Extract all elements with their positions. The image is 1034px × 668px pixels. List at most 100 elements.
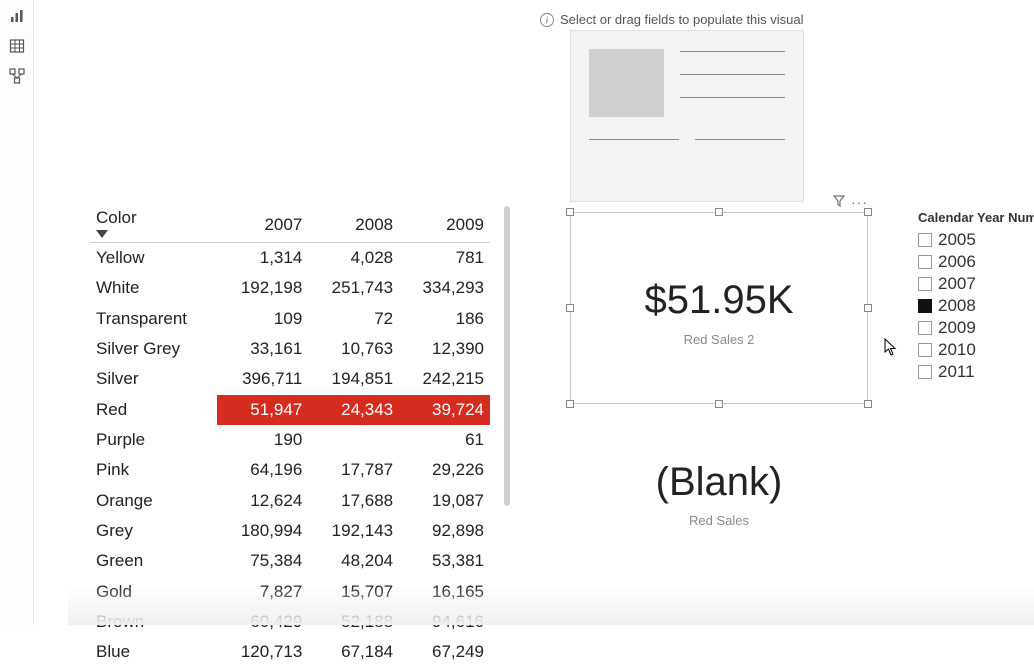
- data-view-icon[interactable]: [7, 36, 27, 56]
- resize-handle[interactable]: [566, 400, 574, 408]
- row-label: Grey: [90, 516, 217, 546]
- matrix-scrollbar-thumb[interactable]: [504, 206, 510, 506]
- checkbox-icon[interactable]: [918, 233, 932, 247]
- cell-value: 190: [217, 425, 308, 455]
- slicer-title: Calendar Year Number: [918, 210, 1034, 225]
- cell-value: 12,390: [399, 334, 490, 364]
- cell-value: 334,293: [399, 273, 490, 303]
- row-label: White: [90, 273, 217, 303]
- cell-value: 53,381: [399, 546, 490, 576]
- resize-handle[interactable]: [566, 208, 574, 216]
- table-row[interactable]: Red51,94724,34339,724: [90, 395, 490, 425]
- table-row[interactable]: Yellow1,3144,028781: [90, 243, 490, 274]
- slicer-item-label: 2007: [938, 274, 976, 294]
- row-label: Gold: [90, 577, 217, 607]
- filter-icon[interactable]: [833, 194, 845, 210]
- row-label: Purple: [90, 425, 217, 455]
- sort-descending-icon[interactable]: [96, 230, 108, 238]
- cell-value: 1,314: [217, 243, 308, 274]
- matrix-col-header[interactable]: 2007: [217, 204, 308, 243]
- checkbox-icon[interactable]: [918, 255, 932, 269]
- table-row[interactable]: Gold7,82715,70716,165: [90, 577, 490, 607]
- slicer-item[interactable]: 2010: [918, 339, 1034, 361]
- placeholder-line: [680, 97, 785, 98]
- slicer-item[interactable]: 2011: [918, 361, 1034, 383]
- cell-value: 52,188: [308, 607, 399, 637]
- table-row[interactable]: Brown60,42952,18894,616: [90, 607, 490, 637]
- table-row[interactable]: Purple190 61: [90, 425, 490, 455]
- card-visual-red-sales[interactable]: (Blank) Red Sales: [570, 460, 868, 528]
- placeholder-visual[interactable]: [570, 30, 804, 202]
- resize-handle[interactable]: [864, 400, 872, 408]
- card-value: $51.95K: [570, 278, 868, 323]
- slicer-item-label: 2008: [938, 296, 976, 316]
- slicer-item-label: 2010: [938, 340, 976, 360]
- cell-value: 186: [399, 304, 490, 334]
- model-view-icon[interactable]: [7, 66, 27, 86]
- matrix-row-header[interactable]: Color: [90, 204, 217, 243]
- cell-value: 7,827: [217, 577, 308, 607]
- cell-value: 120,713: [217, 637, 308, 667]
- table-row[interactable]: Silver396,711194,851242,215: [90, 364, 490, 394]
- checkbox-icon[interactable]: [918, 365, 932, 379]
- cell-value: 17,787: [308, 455, 399, 485]
- slicer-item[interactable]: 2005: [918, 229, 1034, 251]
- table-row[interactable]: Transparent10972186: [90, 304, 490, 334]
- matrix-visual[interactable]: Color 2007 2008 2009 Yellow1,3144,028781…: [90, 204, 510, 604]
- cell-value: 4,028: [308, 243, 399, 274]
- placeholder-line: [680, 51, 785, 52]
- resize-handle[interactable]: [864, 208, 872, 216]
- table-row[interactable]: Orange12,62417,68819,087: [90, 486, 490, 516]
- cell-value: 24,343: [308, 395, 399, 425]
- checkbox-icon[interactable]: [918, 299, 932, 313]
- cell-value: 194,851: [308, 364, 399, 394]
- table-row[interactable]: Pink64,19617,78729,226: [90, 455, 490, 485]
- row-label: Transparent: [90, 304, 217, 334]
- resize-handle[interactable]: [715, 208, 723, 216]
- matrix-col-header[interactable]: 2008: [308, 204, 399, 243]
- matrix-header-row: Color 2007 2008 2009: [90, 204, 490, 243]
- cell-value: 61: [399, 425, 490, 455]
- cell-value: 33,161: [217, 334, 308, 364]
- year-slicer[interactable]: Calendar Year Number 2005200620072008200…: [918, 210, 1034, 383]
- report-canvas[interactable]: i Select or drag fields to populate this…: [34, 0, 1034, 625]
- cell-value: 48,204: [308, 546, 399, 576]
- checkbox-icon[interactable]: [918, 343, 932, 357]
- cell-value: 781: [399, 243, 490, 274]
- report-view-icon[interactable]: [7, 6, 27, 26]
- visual-header-toolbar: ···: [833, 194, 868, 210]
- cell-value: 17,688: [308, 486, 399, 516]
- table-row[interactable]: White192,198251,743334,293: [90, 273, 490, 303]
- checkbox-icon[interactable]: [918, 321, 932, 335]
- table-row[interactable]: Blue120,71367,18467,249: [90, 637, 490, 667]
- checkbox-icon[interactable]: [918, 277, 932, 291]
- slicer-item-label: 2009: [938, 318, 976, 338]
- card-visual-red-sales-2[interactable]: ··· $51.95K Red Sales 2: [570, 212, 868, 404]
- info-icon: i: [540, 13, 554, 27]
- table-row[interactable]: Silver Grey33,16110,76312,390: [90, 334, 490, 364]
- cell-value: [308, 425, 399, 455]
- placeholder-line: [589, 139, 679, 140]
- table-row[interactable]: Grey180,994192,14392,898: [90, 516, 490, 546]
- slicer-item[interactable]: 2006: [918, 251, 1034, 273]
- slicer-item[interactable]: 2007: [918, 273, 1034, 295]
- cell-value: 67,249: [399, 637, 490, 667]
- cell-value: 396,711: [217, 364, 308, 394]
- slicer-item[interactable]: 2009: [918, 317, 1034, 339]
- placeholder-image-glyph: [589, 49, 664, 117]
- matrix-col-header[interactable]: 2009: [399, 204, 490, 243]
- cell-value: 19,087: [399, 486, 490, 516]
- row-label: Red: [90, 395, 217, 425]
- placeholder-line: [680, 74, 785, 75]
- slicer-item[interactable]: 2008: [918, 295, 1034, 317]
- cell-value: 15,707: [308, 577, 399, 607]
- visual-hint: i Select or drag fields to populate this…: [540, 12, 804, 27]
- cell-value: 180,994: [217, 516, 308, 546]
- table-row[interactable]: Green75,38448,20453,381: [90, 546, 490, 576]
- slicer-item-label: 2006: [938, 252, 976, 272]
- visual-hint-text: Select or drag fields to populate this v…: [560, 12, 804, 27]
- resize-handle[interactable]: [715, 400, 723, 408]
- cell-value: 12,624: [217, 486, 308, 516]
- row-label: Silver: [90, 364, 217, 394]
- matrix-scrollbar[interactable]: [504, 206, 510, 601]
